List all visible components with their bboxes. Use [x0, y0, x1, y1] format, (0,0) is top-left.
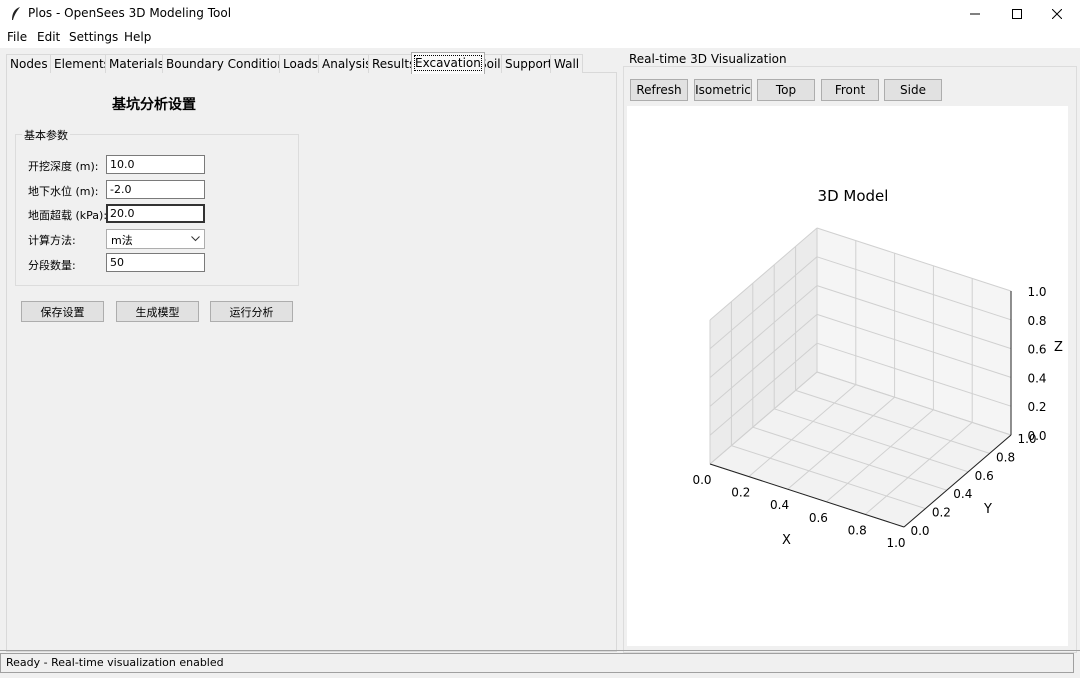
x-tick-label: 0.0 [692, 473, 711, 487]
z-tick-label: 0.2 [1027, 400, 1046, 414]
chevron-down-icon [191, 236, 200, 242]
y-tick-label: 1.0 [1017, 432, 1036, 446]
menu-file[interactable]: File [7, 30, 27, 44]
tab-loads[interactable]: Loads [279, 54, 323, 73]
excavation-heading: 基坑分析设置 [112, 97, 196, 113]
segments-input[interactable] [106, 253, 205, 272]
surcharge-input[interactable] [106, 204, 205, 223]
segments-label: 分段数量: [28, 259, 76, 272]
z-tick-label: 0.8 [1027, 314, 1046, 328]
x-axis-label: X [782, 533, 791, 548]
status-text: Ready - Real-time visualization enabled [6, 656, 224, 669]
plot-title: 3D Model [818, 187, 889, 205]
tab-materials[interactable]: Materials [105, 54, 169, 73]
minimize-button[interactable] [952, 0, 998, 28]
menu-help[interactable]: Help [124, 30, 151, 44]
y-tick-label: 0.0 [910, 524, 929, 538]
tab-analysis[interactable]: Analysis [318, 54, 376, 73]
front-view-button[interactable]: Front [821, 79, 879, 101]
z-tick-label: 0.6 [1027, 343, 1046, 357]
calc-method-label: 计算方法: [28, 234, 76, 247]
calc-method-select[interactable]: m法 [106, 229, 205, 249]
visualization-title: Real-time 3D Visualization [627, 52, 789, 66]
window-title: Plos - OpenSees 3D Modeling Tool [28, 6, 232, 20]
z-tick-label: 1.0 [1027, 285, 1046, 299]
excavation-depth-input[interactable] [106, 155, 205, 174]
tab-nodes[interactable]: Nodes [6, 54, 52, 73]
3d-plot: 3D Model 0.00.00.00.20.20.20.40.40.40.60… [692, 187, 1063, 550]
menu-bar [0, 28, 1080, 48]
y-tick-label: 0.6 [975, 469, 994, 483]
x-tick-label: 0.6 [809, 511, 828, 525]
x-tick-label: 0.4 [770, 498, 789, 512]
tab-support[interactable]: Support [501, 54, 557, 73]
menu-edit[interactable]: Edit [37, 30, 60, 44]
tab-excavation[interactable]: Excavation [411, 52, 485, 74]
excavation-depth-label: 开挖深度 (m): [28, 160, 99, 173]
tab-excavation-label: Excavation [414, 55, 482, 71]
surcharge-label: 地面超载 (kPa): [28, 209, 108, 222]
refresh-button[interactable]: Refresh [630, 79, 688, 101]
feather-icon [12, 7, 20, 20]
y-tick-label: 0.2 [932, 506, 951, 520]
generate-model-button[interactable]: 生成模型 [116, 301, 199, 322]
water-table-input[interactable] [106, 180, 205, 199]
close-icon [1052, 9, 1062, 19]
tab-boundary-conditions[interactable]: Boundary Conditions [162, 54, 296, 73]
isometric-button[interactable]: Isometric [694, 79, 752, 101]
minimize-icon [970, 13, 980, 15]
status-separator [0, 650, 1080, 651]
y-tick-label: 0.4 [953, 487, 972, 501]
z-tick-label: 0.4 [1027, 371, 1046, 385]
top-view-button[interactable]: Top [757, 79, 815, 101]
maximize-icon [1012, 9, 1022, 19]
z-axis-label: Z [1054, 340, 1063, 355]
tab-wall[interactable]: Wall [550, 54, 584, 73]
x-tick-label: 0.2 [731, 486, 750, 500]
run-analysis-button[interactable]: 运行分析 [210, 301, 293, 322]
calc-method-value: m法 [111, 234, 133, 247]
save-settings-button[interactable]: 保存设置 [21, 301, 104, 322]
y-axis-label: Y [983, 502, 992, 517]
plot-canvas[interactable]: 3D Model 0.0 0.0 0.0 0.2 0.2 0.2 0.4 0.4 0.4 0.6 0… [627, 106, 1068, 646]
x-tick-label: 1.0 [886, 536, 905, 550]
x-tick-label: 0.8 [848, 523, 867, 537]
side-view-button[interactable]: Side [884, 79, 942, 101]
basic-params-title: 基本参数 [22, 127, 70, 143]
y-tick-label: 0.8 [996, 450, 1015, 464]
water-table-label: 地下水位 (m): [28, 185, 99, 198]
close-button[interactable] [1034, 0, 1080, 28]
menu-settings[interactable]: Settings [69, 30, 118, 44]
